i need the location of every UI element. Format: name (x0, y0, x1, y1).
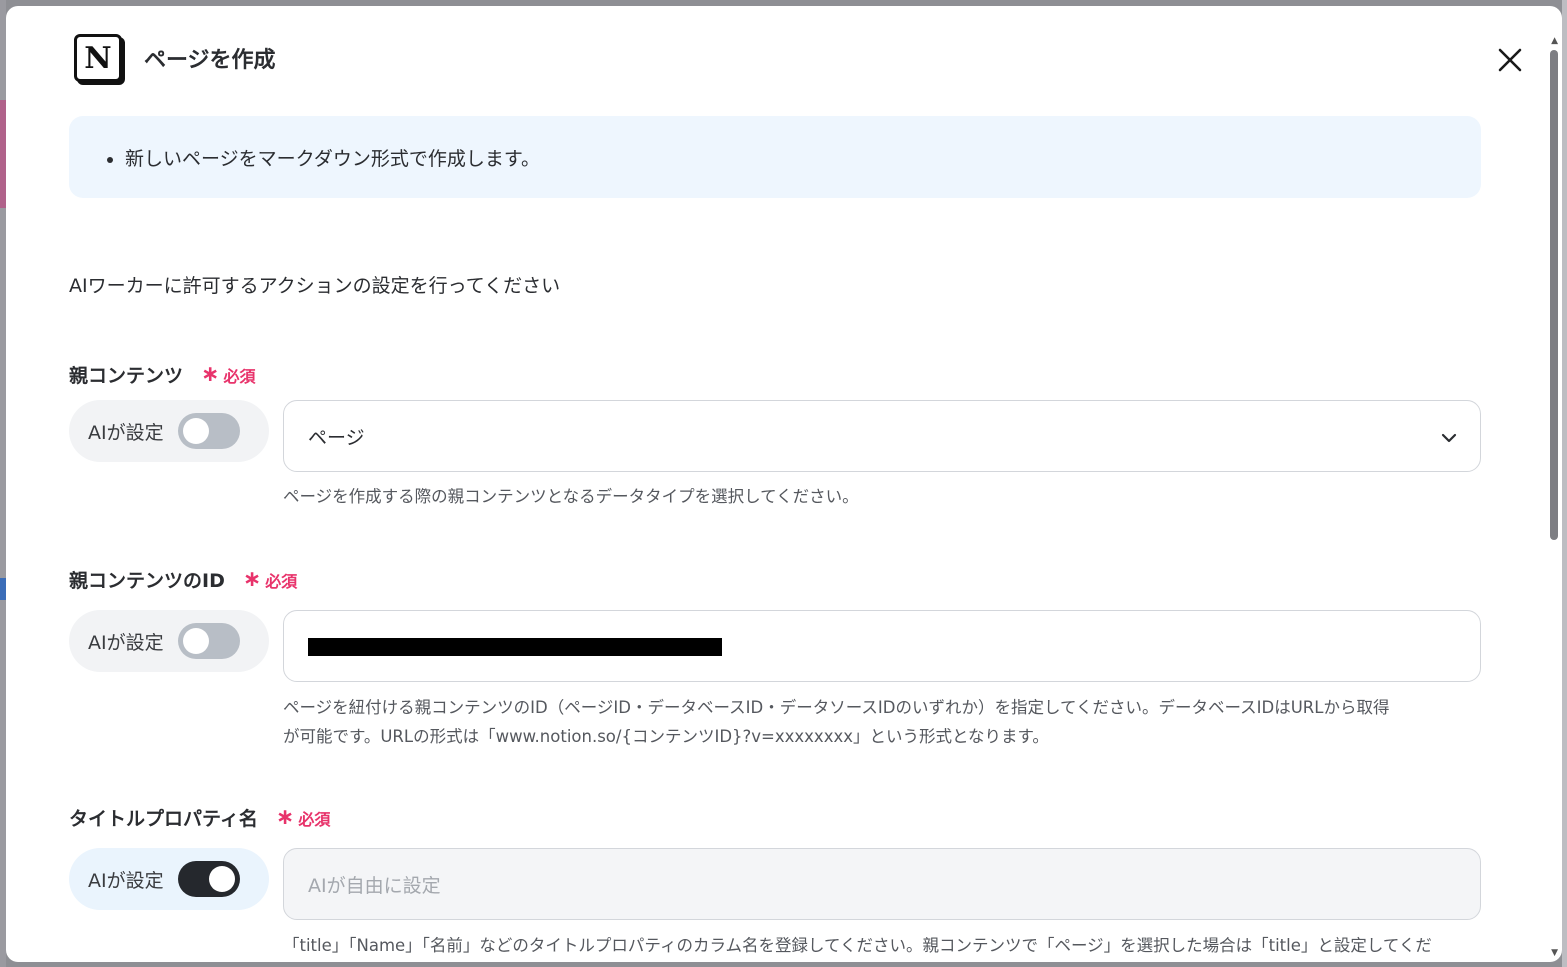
ai-setting-label: AIが設定 (88, 869, 164, 892)
background-page-strip (1562, 0, 1567, 967)
select-value: ページ (308, 426, 365, 449)
close-icon[interactable] (1496, 46, 1524, 74)
help-line: が可能です。URLの形式は「www.notion.so/{コンテンツID}?v=… (283, 727, 1049, 746)
asterisk-icon: ∗ (242, 566, 262, 592)
field-label-parent-content: 親コンテンツ ∗ 必須 (69, 361, 255, 388)
intro-text: AIワーカーに許可するアクションの設定を行ってください (69, 275, 561, 297)
toggle-knob (182, 418, 209, 444)
field-label-text: タイトルプロパティ名 (69, 808, 258, 830)
field-help-text: 「title」「Name」「名前」などのタイトルプロパティのカラム名を登録してく… (283, 936, 1432, 955)
toggle-knob (182, 628, 209, 654)
ai-setting-toggle-group: AIが設定 (69, 848, 269, 910)
dialog-header: N ページを作成 (74, 34, 276, 82)
chevron-down-icon (1441, 433, 1457, 443)
create-page-dialog: ▲ ▼ N ページを作成 新しいページをマークダウン形式で作成します。 AIワー… (6, 6, 1562, 962)
dialog-title: ページを作成 (144, 48, 276, 73)
field-label-text: 親コンテンツ (69, 365, 184, 387)
info-box: 新しいページをマークダウン形式で作成します。 (69, 116, 1481, 198)
ai-setting-toggle-group: AIが設定 (69, 400, 269, 462)
field-help-text: ページを作成する際の親コンテンツとなるデータタイプを選択してください。 (283, 487, 859, 506)
redacted-value (308, 638, 722, 656)
field-label-title-property: タイトルプロパティ名 ∗ 必須 (69, 804, 330, 831)
required-badge: ∗ 必須 (276, 806, 330, 830)
ai-setting-label: AIが設定 (88, 631, 164, 654)
required-text: 必須 (223, 366, 256, 386)
asterisk-icon: ∗ (275, 804, 295, 830)
required-text: 必須 (298, 809, 331, 829)
required-badge: ∗ 必須 (243, 568, 297, 592)
ai-setting-label: AIが設定 (88, 421, 164, 444)
field-label-parent-content-id: 親コンテンツのID ∗ 必須 (69, 566, 297, 593)
ai-setting-toggle[interactable] (177, 861, 240, 897)
toggle-knob (208, 866, 235, 892)
ai-setting-toggle[interactable] (177, 623, 240, 659)
parent-content-select[interactable]: ページ (283, 400, 1481, 472)
scrollbar-thumb[interactable] (1550, 50, 1558, 540)
ai-setting-toggle-group: AIが設定 (69, 610, 269, 672)
title-property-input[interactable]: AIが自由に設定 (283, 848, 1481, 920)
parent-content-id-input[interactable] (283, 610, 1481, 682)
input-placeholder: AIが自由に設定 (308, 874, 441, 897)
notion-logo-icon: N (74, 34, 122, 82)
info-bullet: 新しいページをマークダウン形式で作成します。 (125, 144, 1481, 171)
required-text: 必須 (265, 571, 298, 591)
field-help-text: ページを紐付ける親コンテンツのID（ページID・データベースID・データソースI… (283, 693, 1483, 751)
notion-logo-letter: N (84, 40, 112, 76)
field-label-text: 親コンテンツのID (69, 570, 225, 592)
required-badge: ∗ 必須 (201, 363, 255, 387)
scroll-up-arrow-icon[interactable]: ▲ (1551, 36, 1558, 46)
scroll-down-arrow-icon[interactable]: ▼ (1551, 948, 1558, 958)
help-line: ページを紐付ける親コンテンツのID（ページID・データベースID・データソースI… (283, 698, 1390, 717)
ai-setting-toggle[interactable] (177, 413, 240, 449)
asterisk-icon: ∗ (201, 361, 220, 387)
info-list: 新しいページをマークダウン形式で作成します。 (69, 116, 1481, 171)
